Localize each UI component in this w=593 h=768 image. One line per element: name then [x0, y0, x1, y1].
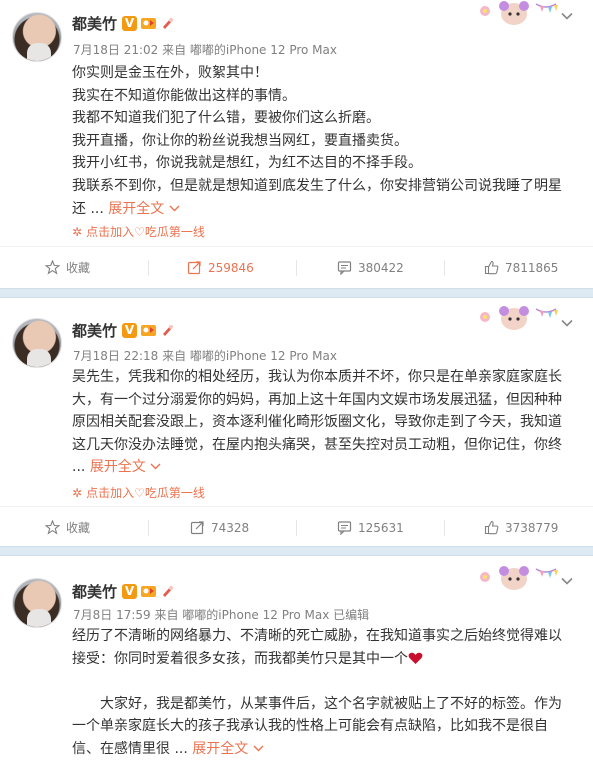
star-icon [44, 259, 61, 275]
post-text: 你实则是金玉在外，败絮其中！ 我实在不知道你能做出这样的事情。 我都不知道我们犯… [72, 62, 572, 220]
post-line: 大家好，我是都美竹，从某事件后，这个名字就被贴上了不好的标签。作为 [100, 695, 562, 712]
member-badge-icon [141, 325, 156, 336]
post-line: 吴先生，凭我和你的相处经历，我认为你本质并不坏，你只是在单亲家庭家庭长 [72, 369, 562, 385]
post-line: 原因相关配套没跟上，资本逐利催化畸形饭圈文化，导致你走到了今天，我知道 [72, 414, 562, 431]
post-line: 信、在感情里很 ... [72, 740, 188, 757]
repost-count[interactable]: 259846 [208, 261, 254, 275]
repost-count[interactable]: 74328 [211, 521, 249, 535]
expand-link[interactable]: 展开全文 [108, 201, 180, 217]
divider [148, 520, 149, 536]
post-line: 还 ... [72, 200, 104, 217]
verified-badge: V [122, 323, 137, 338]
post-text: 经历了不清晰的网络暴力、不清晰的死亡威胁，在我知道事实之后始终觉得难以 接受：你… [72, 625, 572, 761]
divider [296, 520, 297, 536]
chevron-down-icon[interactable] [169, 204, 180, 213]
topic-label[interactable]: 点击加入♡吃瓜第一线 [86, 225, 205, 239]
member-badge-icon [141, 18, 156, 29]
favorite-label[interactable]: 收藏 [66, 521, 90, 535]
post-line: 一个单亲家庭长大的孩子我承认我的性格上可能会有点缺陷，比如我不是很自 [72, 718, 548, 735]
post-line: 你实则是金玉在外，败絮其中！ [72, 65, 268, 81]
comment-icon [337, 521, 352, 536]
post-meta: 7月8日 17:59 来自 嘟嘟的iPhone 12 Pro Max 已编辑 [73, 608, 370, 622]
repost-icon [187, 261, 201, 275]
card-decoration-icon [480, 566, 558, 590]
post-text: 吴先生，凭我和你的相处经历，我认为你本质并不坏，你只是在单亲家庭家庭长 大，有一… [72, 366, 572, 479]
repost-button[interactable]: 74328 [190, 507, 249, 549]
repost-icon [190, 521, 204, 535]
post-line: 我都不知道我们犯了什么错，要被你们这么折磨。 [72, 110, 380, 127]
star-icon [44, 519, 61, 535]
post-card: 都美竹 V 7月18日 21:02 来自 嘟嘟的iPhone 12 Pro Ma… [0, 0, 593, 288]
expand-label[interactable]: 展开全文 [108, 201, 164, 217]
card-separator [0, 546, 593, 556]
divider [444, 520, 445, 536]
comment-button[interactable]: 125631 [337, 507, 404, 549]
chevron-down-icon[interactable] [253, 744, 264, 753]
card-decoration-icon [480, 1, 558, 25]
comment-count[interactable]: 125631 [358, 521, 404, 535]
post-line: 经历了不清晰的网络暴力、不清晰的死亡威胁，在我知道事实之后始终觉得难以 [72, 628, 562, 644]
card-decoration-icon [480, 306, 558, 330]
rocket-badge-icon [163, 18, 173, 29]
avatar[interactable] [12, 318, 62, 368]
expand-label[interactable]: 展开全文 [192, 741, 248, 757]
post-card: 都美竹 V 7月18日 22:18 来自 嘟嘟的iPhone 12 Pro Ma… [0, 298, 593, 546]
comment-count[interactable]: 380422 [358, 261, 404, 275]
action-bar: 收藏 74328 125631 3738779 [0, 506, 593, 549]
chevron-down-icon[interactable] [560, 574, 574, 588]
avatar[interactable] [12, 578, 62, 628]
card-separator [0, 288, 593, 298]
verified-badge: V [122, 584, 137, 599]
favorite-button[interactable]: 收藏 [44, 507, 90, 549]
post-line: 大，有一个过分溺爱你的妈妈，再加上这十年国内文娱市场发展迅猛，但因种种 [72, 391, 562, 408]
thumbs-up-icon [484, 260, 499, 275]
expand-link[interactable]: 展开全文 [192, 741, 264, 757]
chevron-down-icon[interactable] [560, 316, 574, 330]
member-badge-icon [141, 586, 156, 597]
flower-icon: ✲ [72, 486, 83, 500]
favorite-button[interactable]: 收藏 [44, 247, 90, 289]
favorite-label[interactable]: 收藏 [66, 261, 90, 275]
topic-link[interactable]: ✲ 点击加入♡吃瓜第一线 [72, 223, 205, 240]
expand-label[interactable]: 展开全文 [90, 459, 146, 475]
author-name[interactable]: 都美竹 [72, 581, 117, 602]
post-line: 我开小红书，你说我就是想红，为红不达目的不择手段。 [72, 155, 422, 172]
post-meta: 7月18日 22:18 来自 嘟嘟的iPhone 12 Pro Max [73, 349, 337, 363]
divider [444, 260, 445, 276]
like-button[interactable]: 3738779 [484, 507, 558, 549]
chevron-down-icon[interactable] [560, 9, 574, 23]
post-line: 这几天你没办法睡觉，在屋内抱头痛哭，甚至失控对员工动粗，但你记住，你终 [72, 436, 562, 453]
heart-icon [408, 652, 423, 665]
comment-icon [337, 261, 352, 276]
post-card: 都美竹 V 7月8日 17:59 来自 嘟嘟的iPhone 12 Pro Max… [0, 556, 593, 768]
topic-label[interactable]: 点击加入♡吃瓜第一线 [86, 486, 205, 500]
like-button[interactable]: 7811865 [484, 247, 558, 289]
expand-link[interactable]: 展开全文 [90, 459, 161, 475]
post-line: ... [72, 459, 86, 476]
action-bar: 收藏 259846 380422 7811865 [0, 246, 593, 289]
rocket-badge-icon [163, 325, 173, 336]
post-line: 我开直播，你让你的粉丝说我想当网红，要直播卖货。 [72, 132, 408, 149]
flower-icon: ✲ [72, 225, 83, 239]
divider [148, 260, 149, 276]
rocket-badge-icon [163, 586, 173, 597]
chevron-down-icon[interactable] [150, 462, 161, 471]
post-line: 我实在不知道你能做出这样的事情。 [72, 87, 296, 104]
thumbs-up-icon [484, 520, 499, 535]
repost-button[interactable]: 259846 [187, 247, 254, 289]
divider [296, 260, 297, 276]
like-count[interactable]: 3738779 [505, 521, 558, 535]
post-line: 我联系不到你，但是就是想知道到底发生了什么，你安排营销公司说我睡了明星 [72, 177, 562, 194]
post-line: 接受：你同时爱着很多女孩，而我都美竹只是其中一个 [72, 650, 408, 667]
comment-button[interactable]: 380422 [337, 247, 404, 289]
avatar[interactable] [12, 12, 62, 62]
author-name[interactable]: 都美竹 [72, 320, 117, 341]
like-count[interactable]: 7811865 [505, 261, 558, 275]
author-name[interactable]: 都美竹 [72, 13, 117, 34]
verified-badge: V [122, 16, 137, 31]
topic-link[interactable]: ✲ 点击加入♡吃瓜第一线 [72, 484, 205, 501]
post-meta: 7月18日 21:02 来自 嘟嘟的iPhone 12 Pro Max [73, 43, 337, 57]
